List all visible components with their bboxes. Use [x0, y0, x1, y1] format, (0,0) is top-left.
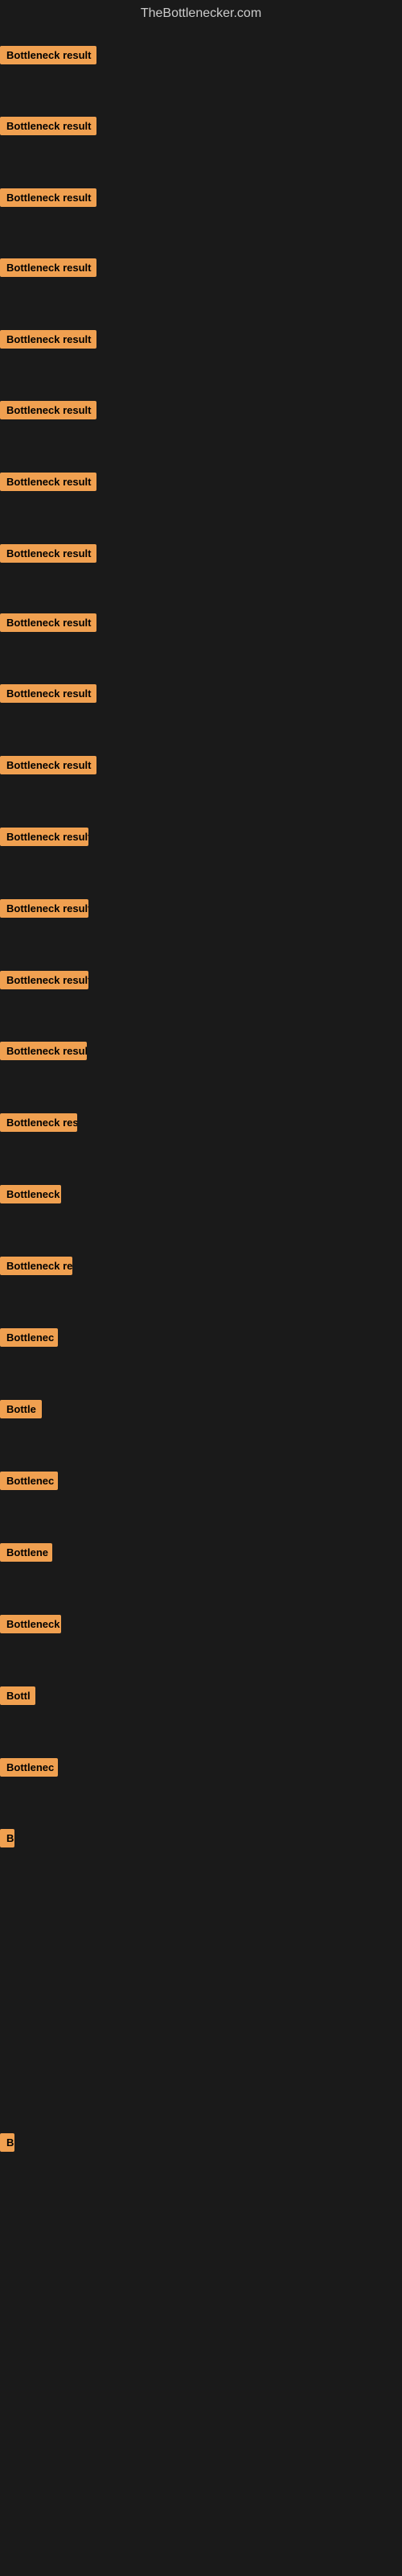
bottleneck-item-17: Bottleneck	[0, 1185, 61, 1208]
bottleneck-badge-17[interactable]: Bottleneck	[0, 1185, 61, 1203]
bottleneck-item-18: Bottleneck res	[0, 1257, 72, 1279]
bottleneck-item-8: Bottleneck result	[0, 544, 96, 567]
bottleneck-badge-6[interactable]: Bottleneck result	[0, 401, 96, 419]
bottleneck-badge-7[interactable]: Bottleneck result	[0, 473, 96, 491]
bottleneck-item-7: Bottleneck result	[0, 473, 96, 495]
bottleneck-item-9: Bottleneck result	[0, 613, 96, 636]
site-title: TheBottlenecker.com	[0, 0, 402, 27]
bottleneck-item-27: B	[0, 2133, 14, 2156]
bottleneck-item-6: Bottleneck result	[0, 401, 96, 423]
bottleneck-item-26: B	[0, 1829, 14, 1852]
bottleneck-item-4: Bottleneck result	[0, 258, 96, 281]
bottleneck-badge-23[interactable]: Bottleneck	[0, 1615, 61, 1633]
bottleneck-item-5: Bottleneck result	[0, 330, 96, 353]
bottleneck-badge-18[interactable]: Bottleneck res	[0, 1257, 72, 1275]
bottleneck-item-22: Bottlene	[0, 1543, 52, 1566]
bottleneck-badge-8[interactable]: Bottleneck result	[0, 544, 96, 563]
bottleneck-badge-16[interactable]: Bottleneck resu	[0, 1113, 77, 1132]
bottleneck-badge-3[interactable]: Bottleneck result	[0, 188, 96, 207]
bottleneck-badge-4[interactable]: Bottleneck result	[0, 258, 96, 277]
bottleneck-item-20: Bottle	[0, 1400, 42, 1422]
bottleneck-item-1: Bottleneck result	[0, 46, 96, 68]
bottleneck-badge-15[interactable]: Bottleneck result	[0, 1042, 87, 1060]
bottleneck-item-12: Bottleneck result	[0, 828, 88, 850]
bottleneck-badge-21[interactable]: Bottlenec	[0, 1472, 58, 1490]
bottleneck-item-3: Bottleneck result	[0, 188, 96, 211]
bottleneck-badge-9[interactable]: Bottleneck result	[0, 613, 96, 632]
bottleneck-badge-10[interactable]: Bottleneck result	[0, 684, 96, 703]
bottleneck-item-19: Bottlenec	[0, 1328, 58, 1351]
bottleneck-badge-24[interactable]: Bottl	[0, 1686, 35, 1705]
bottleneck-badge-25[interactable]: Bottlenec	[0, 1758, 58, 1777]
bottleneck-item-15: Bottleneck result	[0, 1042, 87, 1064]
bottleneck-badge-12[interactable]: Bottleneck result	[0, 828, 88, 846]
bottleneck-badge-13[interactable]: Bottleneck result	[0, 899, 88, 918]
bottleneck-badge-22[interactable]: Bottlene	[0, 1543, 52, 1562]
bottleneck-item-21: Bottlenec	[0, 1472, 58, 1494]
bottleneck-item-13: Bottleneck result	[0, 899, 88, 922]
bottleneck-item-16: Bottleneck resu	[0, 1113, 77, 1136]
bottleneck-item-10: Bottleneck result	[0, 684, 96, 707]
bottleneck-badge-19[interactable]: Bottlenec	[0, 1328, 58, 1347]
bottleneck-badge-27[interactable]: B	[0, 2133, 14, 2152]
bottleneck-badge-5[interactable]: Bottleneck result	[0, 330, 96, 349]
bottleneck-badge-2[interactable]: Bottleneck result	[0, 117, 96, 135]
bottleneck-badge-20[interactable]: Bottle	[0, 1400, 42, 1418]
bottleneck-item-24: Bottl	[0, 1686, 35, 1709]
bottleneck-badge-11[interactable]: Bottleneck result	[0, 756, 96, 774]
bottleneck-badge-14[interactable]: Bottleneck result	[0, 971, 88, 989]
bottleneck-item-11: Bottleneck result	[0, 756, 96, 778]
bottleneck-item-23: Bottleneck	[0, 1615, 61, 1637]
bottleneck-badge-26[interactable]: B	[0, 1829, 14, 1847]
bottleneck-item-14: Bottleneck result	[0, 971, 88, 993]
bottleneck-badge-1[interactable]: Bottleneck result	[0, 46, 96, 64]
bottleneck-item-2: Bottleneck result	[0, 117, 96, 139]
bottleneck-item-25: Bottlenec	[0, 1758, 58, 1781]
